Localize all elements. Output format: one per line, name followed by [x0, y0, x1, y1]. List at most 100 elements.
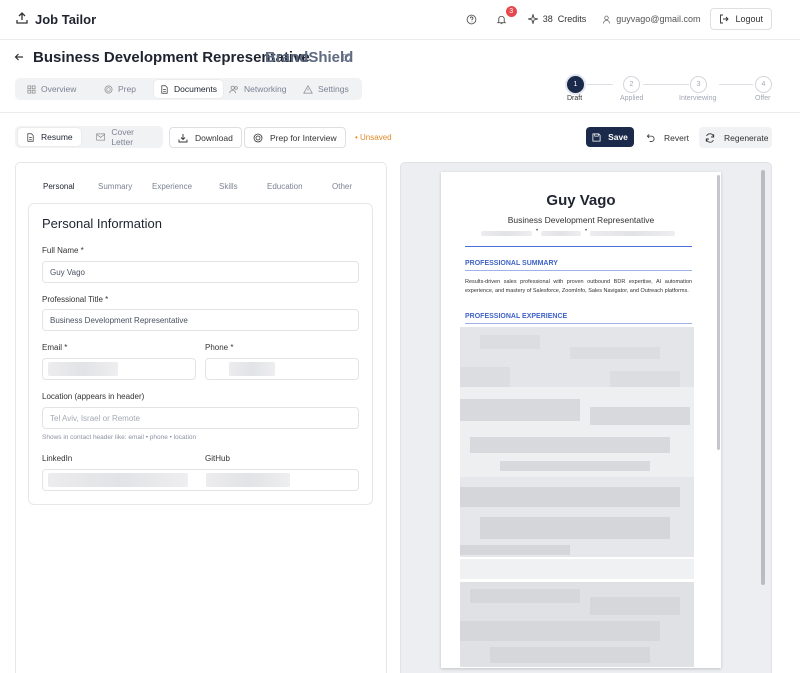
step-2-circle[interactable]: 2: [623, 76, 640, 93]
subtab-personal[interactable]: Personal: [43, 182, 75, 191]
download-label: Download: [195, 132, 233, 143]
full-name-input[interactable]: Guy Vago: [42, 261, 359, 283]
prep-for-interview-button[interactable]: Prep for Interview: [244, 127, 346, 148]
upload-icon: [15, 11, 29, 28]
revert-label: Revert: [664, 132, 690, 143]
section-title: Personal Information: [42, 216, 162, 231]
step-3-circle[interactable]: 3: [690, 76, 707, 93]
summary-text: Results-driven sales professional with p…: [465, 279, 692, 294]
location-input[interactable]: Tel Aviv, Israel or Remote: [42, 407, 359, 429]
github-label: GitHub: [205, 454, 230, 463]
help-button[interactable]: [462, 9, 482, 29]
redacted-phone: [229, 362, 275, 376]
phone-label: Phone *: [205, 343, 234, 352]
redacted-email: [48, 362, 118, 376]
regenerate-label: Regenerate: [724, 132, 769, 143]
professional-title-label: Professional Title *: [42, 295, 109, 304]
user-menu[interactable]: guyvago@gmail.com: [602, 14, 700, 24]
cover-letter-label: Cover Letter: [111, 127, 135, 147]
subtab-other[interactable]: Other: [332, 182, 352, 191]
notifications-button[interactable]: 3: [492, 6, 517, 29]
notification-badge: 3: [505, 6, 517, 17]
step-4-label: Offer: [755, 95, 771, 102]
resume-name: Guy Vago: [546, 192, 616, 209]
subtab-education[interactable]: Education: [267, 182, 303, 191]
refresh-icon: [705, 132, 715, 143]
tab-label: Settings: [318, 84, 349, 94]
tab-overview[interactable]: Overview: [21, 80, 82, 98]
step-connector: [587, 84, 613, 85]
step-connector: [719, 84, 753, 85]
resume-contact-line: • •: [481, 228, 675, 236]
resume-toggle[interactable]: Resume: [18, 128, 81, 146]
logout-button[interactable]: Logout: [710, 8, 772, 30]
step-3-label: Interviewing: [679, 95, 717, 102]
step-4-circle[interactable]: 4: [755, 76, 772, 93]
download-button[interactable]: Download: [169, 127, 242, 148]
resume-label: Resume: [41, 132, 73, 142]
subtab-summary[interactable]: Summary: [98, 182, 132, 191]
professional-title-input[interactable]: Business Development Representative: [42, 309, 359, 331]
users-icon: [229, 85, 238, 93]
location-label: Location (appears in header): [42, 392, 145, 401]
step-1-circle[interactable]: 1: [567, 76, 584, 93]
document-icon: [161, 84, 168, 94]
credits-count: 38: [542, 14, 553, 24]
save-icon: [592, 132, 601, 142]
linkedin-label: LinkedIn: [42, 454, 73, 463]
document-icon: [27, 132, 34, 142]
tab-documents[interactable]: Documents: [154, 80, 223, 98]
full-name-label: Full Name *: [42, 246, 84, 255]
tab-settings[interactable]: Settings: [297, 80, 355, 98]
cover-letter-toggle[interactable]: Cover Letter: [88, 127, 163, 147]
job-tabs: Overview Prep Documents Networking Setti…: [15, 78, 362, 100]
logout-label: Logout: [735, 14, 763, 24]
tab-label: Overview: [41, 84, 77, 94]
logout-icon: [720, 14, 730, 24]
redacted-experience-content: [460, 327, 694, 667]
help-icon: [466, 14, 477, 24]
contact-separator: •: [585, 228, 588, 234]
step-2-label: Applied: [620, 95, 644, 102]
revert-button[interactable]: Revert: [640, 127, 694, 148]
document-type-toggle: Resume Cover Letter: [15, 126, 163, 148]
tab-prep[interactable]: Prep: [98, 80, 142, 98]
mail-icon: [96, 133, 105, 141]
section-rule: [465, 323, 692, 324]
subtab-skills[interactable]: Skills: [219, 182, 238, 191]
warning-icon: [303, 84, 313, 93]
bell-icon: [496, 15, 507, 24]
credits-display[interactable]: 38 Credits: [527, 14, 587, 24]
header-actions: 3 38 Credits guyvago@gmail.com Logout: [462, 6, 772, 30]
regenerate-button[interactable]: Regenerate: [699, 127, 772, 148]
tab-networking[interactable]: Networking: [223, 80, 293, 98]
tab-label: Networking: [244, 84, 287, 94]
credits-label: Credits: [557, 14, 587, 24]
resume-title: Business Development Representative: [507, 215, 655, 225]
undo-icon: [646, 134, 655, 142]
user-icon: [603, 15, 611, 24]
user-email: guyvago@gmail.com: [616, 14, 701, 24]
unsaved-indicator: • Unsaved: [355, 133, 392, 142]
tab-label: Documents: [174, 84, 217, 94]
location-hint: Shows in contact header like: email • ph…: [42, 434, 197, 441]
save-label: Save: [608, 132, 628, 142]
step-1-label: Draft: [567, 95, 583, 102]
subtab-experience[interactable]: Experience: [152, 182, 192, 191]
email-label: Email *: [42, 343, 68, 352]
company-name[interactable]: BrandShield: [265, 49, 353, 66]
app-name: Job Tailor: [35, 12, 97, 27]
section-rule: [465, 270, 692, 271]
preview-scrollbar[interactable]: [761, 170, 765, 585]
experience-heading: PROFESSIONAL EXPERIENCE: [465, 313, 568, 320]
arrow-left-icon: [14, 53, 23, 61]
redacted-github: [206, 473, 290, 487]
grid-icon: [27, 85, 36, 93]
back-button[interactable]: [13, 51, 27, 65]
save-button[interactable]: Save: [586, 127, 634, 147]
external-link-icon[interactable]: [342, 53, 351, 65]
summary-heading: PROFESSIONAL SUMMARY: [465, 260, 558, 267]
divider: [0, 112, 800, 113]
app-logo[interactable]: Job Tailor: [15, 11, 96, 28]
prep-label: Prep for Interview: [270, 132, 337, 143]
